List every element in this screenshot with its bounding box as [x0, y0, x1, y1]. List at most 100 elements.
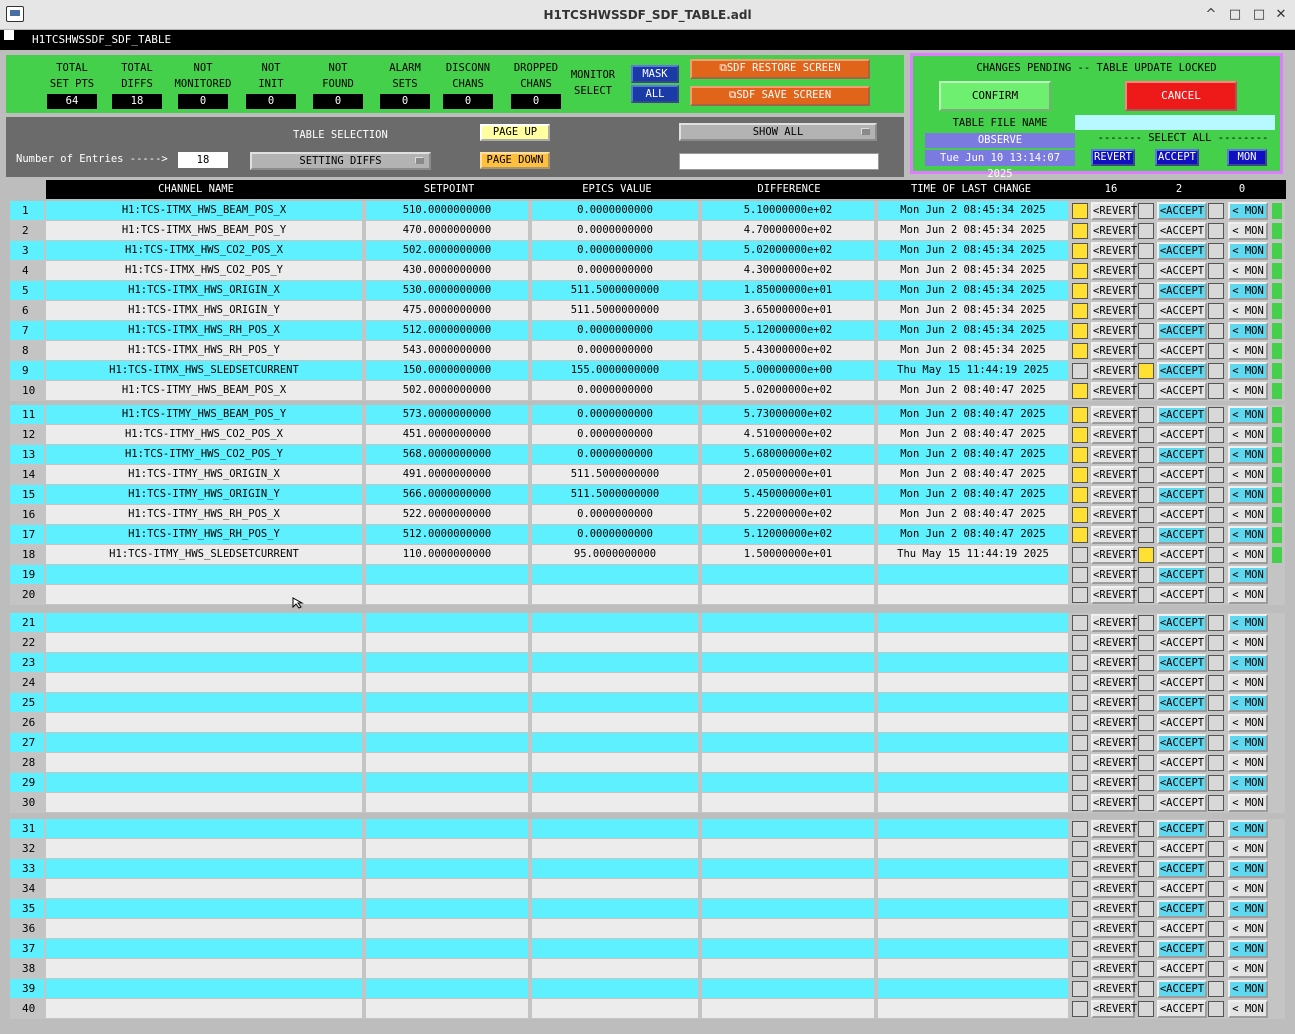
accept-checkbox[interactable] [1138, 303, 1154, 319]
mon-button[interactable]: < MON [1228, 614, 1268, 632]
revert-checkbox[interactable] [1072, 675, 1088, 691]
restore-icon[interactable]: □ [1226, 6, 1244, 24]
revert-button[interactable]: <REVERT [1091, 754, 1137, 772]
mon-checkbox[interactable] [1208, 715, 1224, 731]
revert-checkbox[interactable] [1072, 695, 1088, 711]
revert-checkbox[interactable] [1072, 981, 1088, 997]
mon-button[interactable]: < MON [1228, 242, 1268, 260]
mon-checkbox[interactable] [1208, 203, 1224, 219]
accept-checkbox[interactable] [1138, 921, 1154, 937]
mon-button[interactable]: < MON [1228, 694, 1268, 712]
table-row[interactable]: 24 <REVERT <ACCEPT < MON [10, 673, 1285, 693]
revert-checkbox[interactable] [1072, 821, 1088, 837]
accept-button[interactable]: <ACCEPT [1157, 282, 1207, 300]
table-row[interactable]: 36 <REVERT <ACCEPT < MON [10, 919, 1285, 939]
accept-checkbox[interactable] [1138, 547, 1154, 563]
accept-button[interactable]: <ACCEPT [1157, 506, 1207, 524]
revert-checkbox[interactable] [1072, 635, 1088, 651]
revert-button[interactable]: <REVERT [1091, 362, 1137, 380]
accept-checkbox[interactable] [1138, 655, 1154, 671]
revert-button[interactable]: <REVERT [1091, 262, 1137, 280]
revert-button[interactable]: <REVERT [1091, 860, 1137, 878]
accept-button[interactable]: <ACCEPT [1157, 242, 1207, 260]
table-row[interactable]: 14 H1:TCS-ITMY_HWS_ORIGIN_X 491.0000000000… [10, 465, 1285, 485]
revert-checkbox[interactable] [1072, 567, 1088, 583]
accept-button[interactable]: <ACCEPT [1157, 426, 1207, 444]
mon-checkbox[interactable] [1208, 735, 1224, 751]
mon-checkbox[interactable] [1208, 243, 1224, 259]
sdf-restore-screen-button[interactable]: ⧉SDF RESTORE SCREEN [690, 59, 870, 79]
revert-checkbox[interactable] [1072, 941, 1088, 957]
revert-button[interactable]: <REVERT [1091, 1000, 1137, 1018]
revert-checkbox[interactable] [1072, 901, 1088, 917]
accept-checkbox[interactable] [1138, 901, 1154, 917]
mon-checkbox[interactable] [1208, 363, 1224, 379]
accept-checkbox[interactable] [1138, 775, 1154, 791]
revert-button[interactable]: <REVERT [1091, 302, 1137, 320]
accept-button[interactable]: <ACCEPT [1157, 526, 1207, 544]
mon-button[interactable]: < MON [1228, 820, 1268, 838]
sdf-save-screen-button[interactable]: ⧉SDF SAVE SCREEN [690, 86, 870, 106]
revert-button[interactable]: <REVERT [1091, 614, 1137, 632]
revert-checkbox[interactable] [1072, 587, 1088, 603]
table-row[interactable]: 4 H1:TCS-ITMX_HWS_CO2_POS_Y 430.0000000000… [10, 261, 1285, 281]
accept-checkbox[interactable] [1138, 1001, 1154, 1017]
mon-checkbox[interactable] [1208, 635, 1224, 651]
accept-checkbox[interactable] [1138, 343, 1154, 359]
table-row[interactable]: 21 <REVERT <ACCEPT < MON [10, 613, 1285, 633]
revert-button[interactable]: <REVERT [1091, 466, 1137, 484]
revert-checkbox[interactable] [1072, 547, 1088, 563]
mon-checkbox[interactable] [1208, 861, 1224, 877]
mon-button[interactable]: < MON [1228, 586, 1268, 604]
revert-checkbox[interactable] [1072, 861, 1088, 877]
mon-checkbox[interactable] [1208, 921, 1224, 937]
revert-checkbox[interactable] [1072, 1001, 1088, 1017]
table-row[interactable]: 1 H1:TCS-ITMX_HWS_BEAM_POS_X 510.000000000… [10, 201, 1285, 221]
maximize-icon[interactable]: □ [1250, 6, 1268, 24]
revert-button[interactable]: <REVERT [1091, 900, 1137, 918]
table-row[interactable]: 11 H1:TCS-ITMY_HWS_BEAM_POS_Y 573.00000000… [10, 405, 1285, 425]
accept-button[interactable]: <ACCEPT [1157, 694, 1207, 712]
accept-button[interactable]: <ACCEPT [1157, 674, 1207, 692]
revert-checkbox[interactable] [1072, 407, 1088, 423]
mon-checkbox[interactable] [1208, 1001, 1224, 1017]
revert-button[interactable]: <REVERT [1091, 920, 1137, 938]
table-file-name-field[interactable] [1075, 115, 1275, 130]
revert-button[interactable]: <REVERT [1091, 654, 1137, 672]
mon-checkbox[interactable] [1208, 223, 1224, 239]
accept-checkbox[interactable] [1138, 407, 1154, 423]
table-row[interactable]: 40 <REVERT <ACCEPT < MON [10, 999, 1285, 1019]
mon-checkbox[interactable] [1208, 263, 1224, 279]
table-row[interactable]: 16 H1:TCS-ITMY_HWS_RH_POS_X 522.0000000000… [10, 505, 1285, 525]
revert-checkbox[interactable] [1072, 795, 1088, 811]
revert-button[interactable]: <REVERT [1091, 820, 1137, 838]
mon-checkbox[interactable] [1208, 567, 1224, 583]
table-selection-menu[interactable]: SETTING DIFFS [250, 152, 431, 170]
mon-checkbox[interactable] [1208, 467, 1224, 483]
revert-checkbox[interactable] [1072, 715, 1088, 731]
table-row[interactable]: 17 H1:TCS-ITMY_HWS_RH_POS_Y 512.0000000000… [10, 525, 1285, 545]
revert-button[interactable]: <REVERT [1091, 794, 1137, 812]
accept-button[interactable]: <ACCEPT [1157, 546, 1207, 564]
filter-input[interactable] [679, 153, 879, 170]
revert-checkbox[interactable] [1072, 283, 1088, 299]
accept-checkbox[interactable] [1138, 447, 1154, 463]
mon-button[interactable]: < MON [1228, 840, 1268, 858]
mon-checkbox[interactable] [1208, 901, 1224, 917]
revert-button[interactable]: <REVERT [1091, 486, 1137, 504]
mon-button[interactable]: < MON [1228, 794, 1268, 812]
revert-button[interactable]: <REVERT [1091, 694, 1137, 712]
accept-button[interactable]: <ACCEPT [1157, 566, 1207, 584]
table-row[interactable]: 19 <REVERT <ACCEPT < MON [10, 565, 1285, 585]
accept-button[interactable]: <ACCEPT [1157, 840, 1207, 858]
table-row[interactable]: 3 H1:TCS-ITMX_HWS_CO2_POS_X 502.0000000000… [10, 241, 1285, 261]
mon-button[interactable]: < MON [1228, 900, 1268, 918]
revert-checkbox[interactable] [1072, 881, 1088, 897]
accept-checkbox[interactable] [1138, 821, 1154, 837]
mon-checkbox[interactable] [1208, 343, 1224, 359]
accept-button[interactable]: <ACCEPT [1157, 362, 1207, 380]
mon-checkbox[interactable] [1208, 427, 1224, 443]
revert-checkbox[interactable] [1072, 447, 1088, 463]
revert-button[interactable]: <REVERT [1091, 734, 1137, 752]
revert-button[interactable]: <REVERT [1091, 960, 1137, 978]
